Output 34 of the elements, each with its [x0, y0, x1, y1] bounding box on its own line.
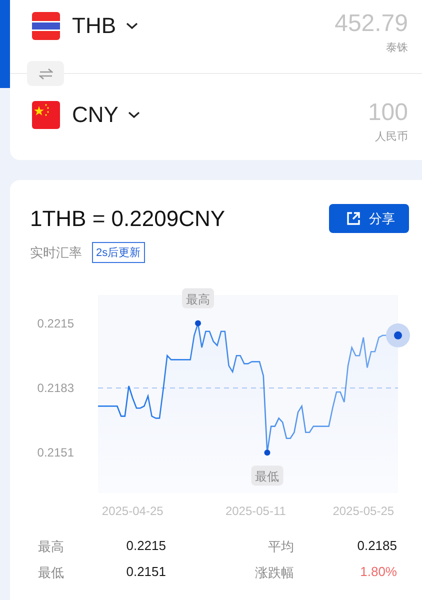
- currency-selector[interactable]: THB: [72, 10, 138, 42]
- update-badge: 2s后更新: [92, 242, 145, 263]
- annotation: 最高: [186, 292, 210, 306]
- stat-value: 0.2185: [356, 538, 397, 555]
- axis-label: 0.2183: [37, 380, 74, 395]
- stat-label: 涨跌幅: [254, 564, 294, 582]
- axis-label: 0.2215: [37, 316, 74, 330]
- chevron-down-icon: [128, 111, 140, 119]
- axis-label: 2025-05-25: [332, 504, 394, 518]
- stat-label: 最低: [38, 564, 65, 582]
- point: [264, 450, 270, 456]
- swap-icon: [38, 68, 52, 80]
- currency-name: 人民币: [375, 130, 408, 144]
- share-icon: [346, 211, 361, 226]
- currency-selector[interactable]: CNY: [72, 99, 140, 131]
- rate-label: 实时汇率: [30, 244, 82, 262]
- annotation: 最低: [255, 470, 280, 484]
- chevron-down-icon: [126, 22, 138, 30]
- stat-label: 最高: [38, 538, 65, 556]
- stat-value: 0.2215: [125, 538, 166, 555]
- current-point: [386, 323, 410, 348]
- currency-name: 泰铢: [386, 41, 408, 55]
- exchange-rate-title: 1THB = 0.2209CNY: [30, 204, 226, 232]
- stat-label: 平均: [267, 538, 294, 556]
- swap-button[interactable]: [27, 61, 64, 86]
- share-button[interactable]: 分享: [329, 204, 409, 233]
- flag-icon: [32, 101, 60, 129]
- axis-label: 0.2151: [37, 446, 74, 460]
- axis-label: 2025-04-25: [102, 504, 164, 518]
- flag-icon: [32, 12, 60, 40]
- stat-value: 0.2151: [125, 564, 166, 581]
- axis-label: 2025-05-11: [225, 504, 286, 518]
- point: [195, 320, 201, 326]
- stat-value: 1.80%: [359, 564, 397, 581]
